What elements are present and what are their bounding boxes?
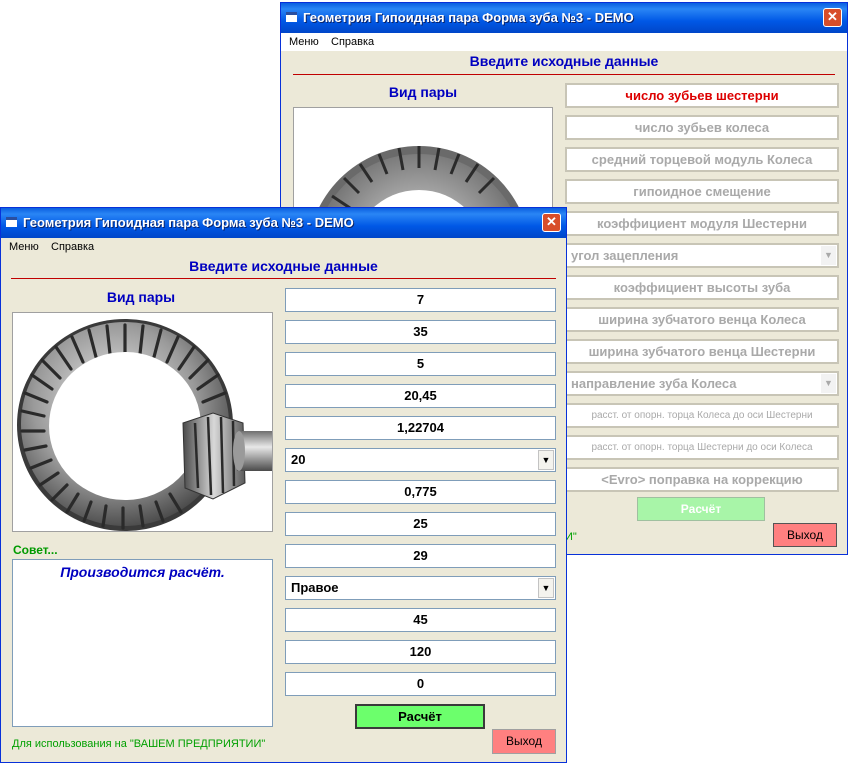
front-client-area: Введите исходные данные Вид пары Совет..… — [3, 256, 564, 760]
back-label-pinion-teeth: число зубьев шестерни — [565, 83, 839, 108]
back-combo-pressure-angle[interactable]: угол зацепления ▼ — [565, 243, 839, 268]
input-height-coef[interactable]: 0,775 — [285, 480, 556, 504]
back-header-divider — [293, 74, 835, 75]
dropdown-arrow-icon[interactable]: ▼ — [821, 246, 836, 265]
front-title-bar[interactable]: Геометрия Гипоидная пара Форма зуба №3 -… — [1, 208, 566, 238]
sovet-label: Совет... — [13, 543, 58, 557]
footer-usage-text: Для использования на "ВАШЕМ ПРЕДПРИЯТИИ" — [12, 738, 266, 750]
back-label-text: коэффициент модуля Шестерни — [597, 216, 807, 231]
front-header-title: Введите исходные данные — [189, 258, 378, 274]
input-wheel-teeth[interactable]: 35 — [285, 320, 556, 344]
field-value: 45 — [413, 612, 428, 627]
back-title-bar[interactable]: Геометрия Гипоидная пара Форма зуба №3 -… — [281, 3, 847, 33]
dropdown-arrow-icon[interactable]: ▼ — [821, 374, 836, 393]
back-combo-tooth-direction[interactable]: направление зуба Колеса ▼ — [565, 371, 839, 396]
calc-button[interactable]: Расчёт — [355, 704, 485, 729]
sovet-memo[interactable]: Производится расчёт. — [12, 559, 273, 727]
front-gear-image — [12, 312, 273, 532]
back-menubar: Меню Справка — [281, 33, 847, 51]
back-label-wheel-teeth: число зубьев колеса — [565, 115, 839, 140]
back-window-title: Геометрия Гипоидная пара Форма зуба №3 -… — [303, 10, 634, 25]
back-label-module: средний торцевой модуль Колеса — [565, 147, 839, 172]
field-value: 1,22704 — [397, 420, 444, 435]
back-vid-pary-label: Вид пары — [388, 84, 458, 100]
exit-button[interactable]: Выход — [492, 729, 556, 754]
select-value: Правое — [291, 580, 339, 595]
field-value: 35 — [413, 324, 428, 339]
front-window[interactable]: Геометрия Гипоидная пара Форма зуба №3 -… — [0, 207, 567, 763]
input-wheel-width[interactable]: 25 — [285, 512, 556, 536]
back-label-text: направление зуба Колеса — [571, 376, 737, 391]
menu-item-help[interactable]: Справка — [331, 36, 374, 48]
back-label-text: расст. от опорн. торца Шестерни до оси К… — [591, 442, 813, 453]
input-module[interactable]: 5 — [285, 352, 556, 376]
select-tooth-direction[interactable]: Правое ▼ — [285, 576, 556, 600]
input-offset[interactable]: 20,45 — [285, 384, 556, 408]
input-dist-pinion[interactable]: 120 — [285, 640, 556, 664]
back-label-text: число зубьев колеса — [634, 120, 770, 135]
back-label-module-coef: коэффициент модуля Шестерни — [565, 211, 839, 236]
back-calc-button[interactable]: Расчёт — [637, 497, 765, 521]
front-window-title: Геометрия Гипоидная пара Форма зуба №3 -… — [23, 215, 354, 230]
select-pressure-angle[interactable]: 20 ▼ — [285, 448, 556, 472]
app-icon — [286, 12, 297, 22]
app-icon — [6, 217, 17, 227]
input-dist-wheel[interactable]: 45 — [285, 608, 556, 632]
field-value: 29 — [413, 548, 428, 563]
back-header-title: Введите исходные данные — [469, 53, 659, 69]
field-value: 5 — [416, 356, 425, 371]
dropdown-arrow-icon[interactable]: ▼ — [538, 578, 554, 598]
back-label-dist-wheel: расст. от опорн. торца Колеса до оси Шес… — [565, 403, 839, 428]
back-exit-button[interactable]: Выход — [773, 523, 837, 547]
close-icon[interactable]: ✕ — [823, 8, 842, 27]
back-label-text: средний торцевой модуль Колеса — [591, 152, 813, 167]
back-label-text: угол зацепления — [571, 248, 679, 263]
back-label-text: расст. от опорн. торца Колеса до оси Шес… — [591, 410, 813, 421]
back-label-text: число зубьев шестерни — [625, 88, 779, 103]
field-value: 7 — [416, 292, 425, 307]
front-vid-pary-label: Вид пары — [106, 289, 176, 305]
back-label-text: гипоидное смещение — [633, 184, 771, 199]
back-label-text: <Evro> поправка на коррекцию — [601, 472, 803, 487]
front-menubar: Меню Справка — [1, 238, 566, 256]
menu-item-menu[interactable]: Меню — [9, 241, 39, 253]
field-value: 120 — [409, 644, 432, 659]
input-module-coef[interactable]: 1,22704 — [285, 416, 556, 440]
menu-item-menu[interactable]: Меню — [289, 36, 319, 48]
back-label-evro: <Evro> поправка на коррекцию — [565, 467, 839, 492]
back-label-offset: гипоидное смещение — [565, 179, 839, 204]
select-value: 20 — [291, 452, 306, 467]
menu-item-help[interactable]: Справка — [51, 241, 94, 253]
dropdown-arrow-icon[interactable]: ▼ — [538, 450, 554, 470]
input-pinion-teeth[interactable]: 7 — [285, 288, 556, 312]
back-label-text: ширина зубчатого венца Колеса — [598, 312, 806, 327]
back-label-text: ширина зубчатого венца Шестерни — [588, 344, 816, 359]
gear-pair-image — [17, 319, 272, 531]
field-value: 0 — [416, 676, 425, 691]
back-label-wheel-width: ширина зубчатого венца Колеса — [565, 307, 839, 332]
back-label-pinion-width: ширина зубчатого венца Шестерни — [565, 339, 839, 364]
front-header-divider — [11, 278, 556, 279]
close-icon[interactable]: ✕ — [542, 213, 561, 232]
field-value: 20,45 — [404, 388, 437, 403]
back-label-text: коэффициент высоты зуба — [613, 280, 791, 295]
back-label-dist-pinion: расст. от опорн. торца Шестерни до оси К… — [565, 435, 839, 460]
input-evro[interactable]: 0 — [285, 672, 556, 696]
input-pinion-width[interactable]: 29 — [285, 544, 556, 568]
field-value: 25 — [413, 516, 428, 531]
back-label-height-coef: коэффициент высоты зуба — [565, 275, 839, 300]
field-value: 0,775 — [404, 484, 437, 499]
sovet-text: Производится расчёт. — [60, 564, 225, 580]
